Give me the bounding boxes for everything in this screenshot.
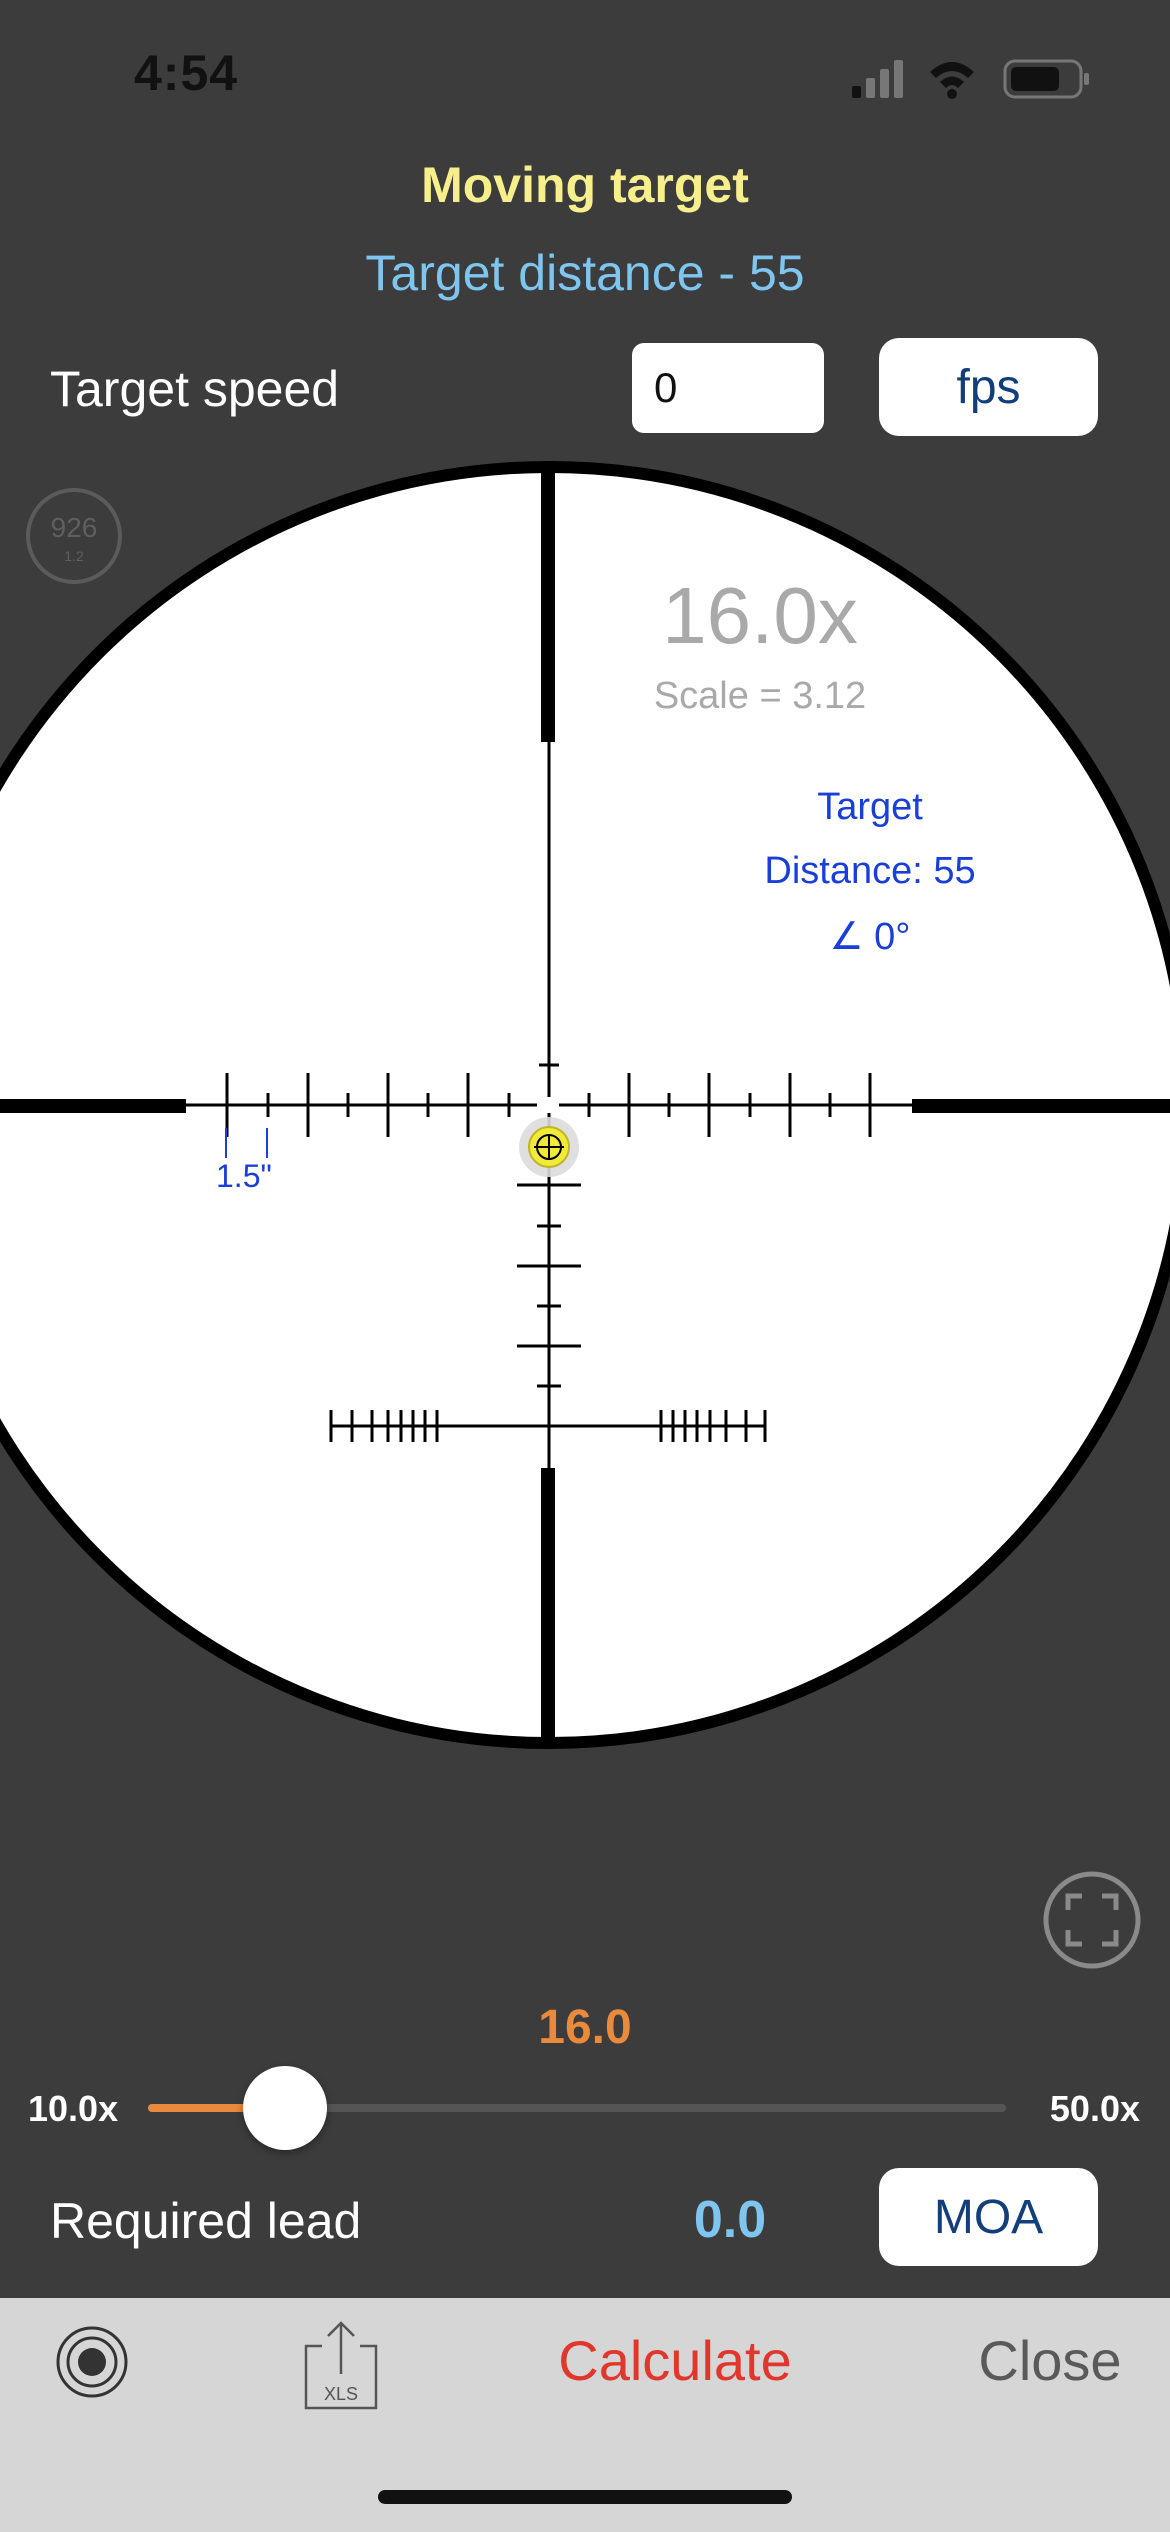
- zoom-value: 16.0: [538, 2001, 632, 2054]
- scope-view: [0, 461, 1170, 1749]
- scale-label: Scale = 3.12: [653, 675, 867, 717]
- shot-counter-badge: 926 1.2: [26, 488, 122, 584]
- fullscreen-icon[interactable]: [1042, 1870, 1142, 1970]
- magnification-label: 16.0x: [662, 571, 858, 660]
- left-post: [0, 1099, 186, 1113]
- target-info-label: Target: [817, 786, 923, 828]
- xls-icon-text: XLS: [324, 2384, 358, 2404]
- badge-number: 926: [50, 512, 98, 543]
- lead-unit-button[interactable]: MOA: [879, 2168, 1098, 2266]
- tick-spacing-label: 1.5": [216, 1158, 272, 1194]
- required-lead-value: 0.0: [693, 2191, 767, 2249]
- calculate-button[interactable]: Calculate: [520, 2328, 830, 2393]
- required-lead-label: Required lead: [50, 2193, 362, 2249]
- badge-sub: 1.2: [64, 548, 84, 564]
- zoom-min-label: 10.0x: [28, 2088, 119, 2129]
- xls-export-icon[interactable]: XLS: [302, 2318, 380, 2412]
- home-indicator[interactable]: [378, 2490, 792, 2504]
- top-post: [541, 464, 555, 742]
- bottom-post: [541, 1468, 555, 1748]
- target-angle-label: ∠ 0°: [829, 916, 911, 958]
- target-distance-label: Distance: 55: [764, 850, 976, 892]
- impact-point-marker[interactable]: [519, 1117, 579, 1177]
- close-button[interactable]: Close: [940, 2328, 1160, 2393]
- right-post: [912, 1099, 1170, 1113]
- target-icon[interactable]: [52, 2322, 132, 2402]
- zoom-max-label: 50.0x: [1049, 2088, 1140, 2129]
- zoom-slider-thumb[interactable]: [242, 2066, 327, 2150]
